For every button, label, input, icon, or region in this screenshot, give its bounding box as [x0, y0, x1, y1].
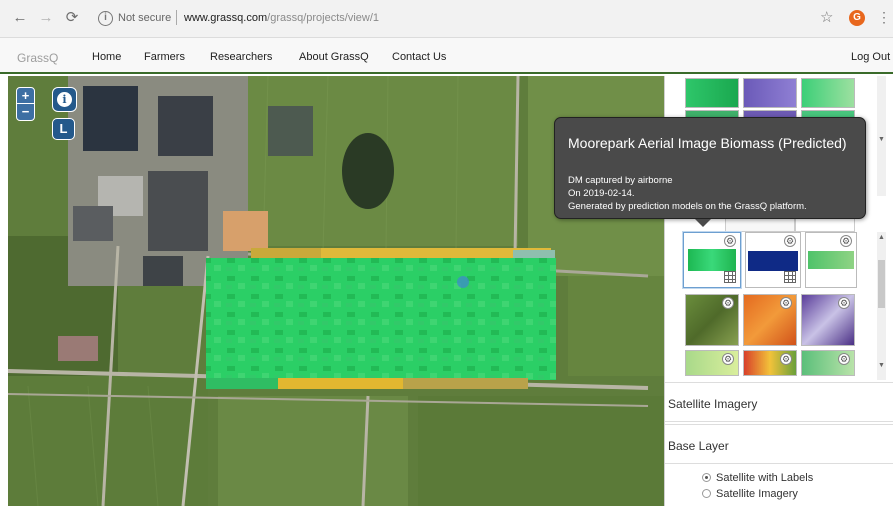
scroll-up-icon[interactable]: ▲ [877, 234, 886, 241]
gear-icon[interactable]: ⚙ [838, 353, 850, 365]
layer-thumbnail[interactable]: ⚙ [805, 232, 857, 288]
scroll-down-icon[interactable]: ▼ [877, 136, 886, 143]
tooltip-title: Moorepark Aerial Image Biomass (Predicte… [568, 135, 847, 151]
tooltip-line: Generated by prediction models on the Gr… [568, 201, 807, 212]
browser-toolbar: ← → ⟳ i Not secure www.grassq.com/grassq… [0, 0, 893, 38]
scroll-down-icon[interactable]: ▼ [877, 362, 886, 369]
satellite-imagery-panel[interactable]: Satellite Imagery [665, 382, 893, 422]
base-layer-panel[interactable]: Base Layer [665, 424, 893, 464]
gear-icon[interactable]: ⚙ [840, 235, 852, 247]
satellite-imagery-title: Satellite Imagery [668, 397, 758, 411]
layer-thumbnail[interactable]: ⚙ [743, 294, 797, 346]
tooltip-line: On 2019-02-14. [568, 188, 635, 199]
nav-farmers[interactable]: Farmers [144, 51, 185, 63]
url-text[interactable]: www.grassq.com/grassq/projects/view/1 [184, 12, 379, 24]
base-layer-title: Base Layer [668, 439, 729, 453]
layer-thumbnail[interactable]: ⚙ [801, 350, 855, 376]
gear-icon[interactable]: ⚙ [724, 235, 736, 247]
address-bar[interactable]: i Not secure www.grassq.com/grassq/proje… [90, 7, 870, 31]
zoom-out-button[interactable]: − [17, 104, 34, 120]
base-layer-option-satellite-labels[interactable]: Satellite with Labels [702, 472, 813, 484]
info-icon: i [57, 92, 72, 107]
layer-thumbnail[interactable]: ⚙ [801, 294, 855, 346]
grid-icon[interactable] [724, 271, 736, 283]
tooltip-line: DM captured by airborne [568, 175, 673, 186]
layer-thumbnail[interactable] [685, 78, 739, 108]
bookmark-star-icon[interactable]: ☆ [820, 8, 833, 26]
radio-unchecked-icon[interactable] [702, 489, 711, 498]
nav-home[interactable]: Home [92, 51, 121, 63]
back-arrow-icon[interactable]: ← [12, 10, 28, 26]
gear-icon[interactable]: ⚙ [784, 235, 796, 247]
layer-thumbnail[interactable]: ⚙ [685, 350, 739, 376]
profile-avatar-icon[interactable]: G [849, 10, 865, 26]
layer-thumbnail[interactable] [743, 78, 797, 108]
zoom-control: + − [16, 87, 35, 121]
zoom-in-button[interactable]: + [17, 88, 34, 104]
site-navbar: GrassQ Home Farmers Researchers About Gr… [0, 38, 893, 74]
layer-thumbnail[interactable]: ⚙ [743, 350, 797, 376]
site-info-icon[interactable]: i [98, 11, 113, 26]
nav-about[interactable]: About GrassQ [299, 51, 369, 63]
layer-tooltip: Moorepark Aerial Image Biomass (Predicte… [554, 117, 866, 227]
gear-icon[interactable]: ⚙ [838, 297, 850, 309]
gear-icon[interactable]: ⚙ [780, 353, 792, 365]
nav-contact[interactable]: Contact Us [392, 51, 446, 63]
layer-toggle-button[interactable]: L [52, 118, 75, 140]
layer-thumbnail[interactable]: ⚙ [745, 232, 801, 288]
sidebar-top-scrollbar[interactable]: ▼ [877, 76, 886, 196]
layer-thumbnail[interactable]: ⚙ [685, 294, 739, 346]
thumbnail-scrollbar[interactable]: ▲ ▼ [877, 232, 886, 380]
reload-icon[interactable]: ⟳ [64, 10, 80, 26]
map-info-button[interactable]: i [52, 87, 77, 112]
scrollbar-thumb[interactable] [878, 260, 885, 308]
grid-icon[interactable] [784, 271, 796, 283]
logout-link[interactable]: Log Out [851, 51, 890, 63]
layer-thumbnail-biomass-selected[interactable]: ⚙ [683, 232, 741, 288]
security-label: Not secure [118, 12, 172, 24]
layer-thumbnail[interactable] [801, 78, 855, 108]
forward-arrow-icon[interactable]: → [38, 10, 54, 26]
radio-checked-icon[interactable] [702, 473, 711, 482]
url-separator [176, 10, 177, 25]
base-layer-option-satellite-imagery[interactable]: Satellite Imagery [702, 488, 798, 500]
gear-icon[interactable]: ⚙ [780, 297, 792, 309]
gear-icon[interactable]: ⚙ [722, 297, 734, 309]
brand-logo[interactable]: GrassQ [17, 51, 58, 65]
gear-icon[interactable]: ⚙ [722, 353, 734, 365]
nav-researchers[interactable]: Researchers [210, 51, 272, 63]
browser-menu-icon[interactable]: ⋮ [877, 8, 891, 26]
tooltip-arrow [695, 219, 711, 227]
